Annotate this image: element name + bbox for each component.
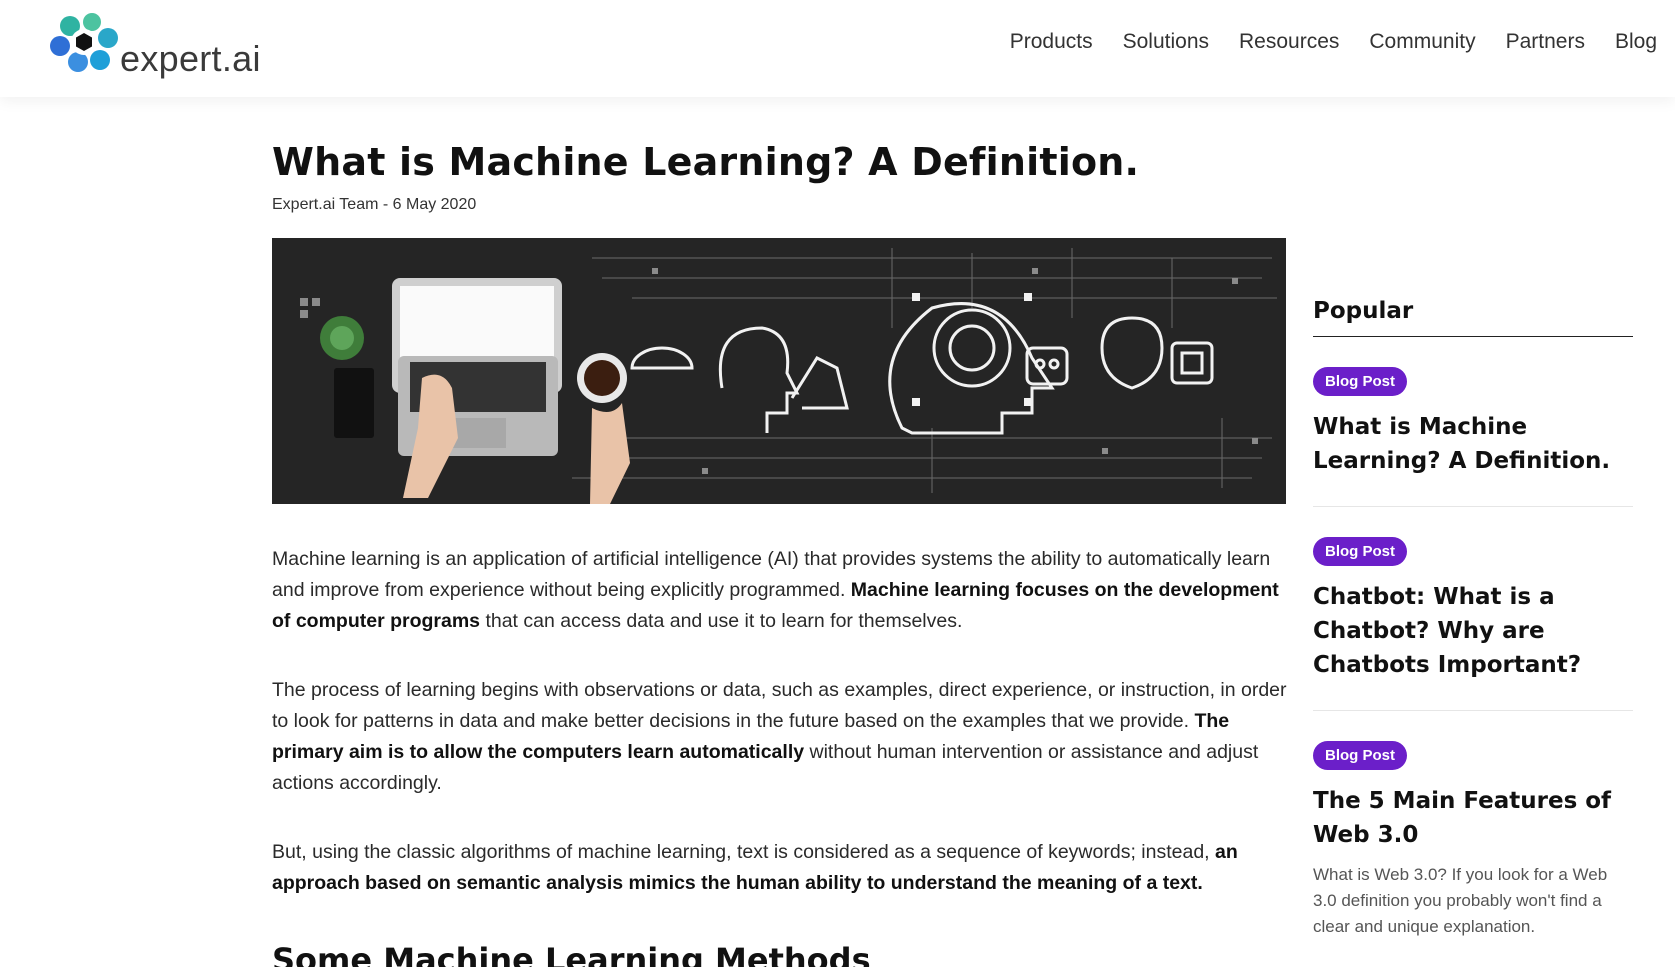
popular-card[interactable]: Blog Post What is Machine Learning? A De… [1313, 337, 1633, 507]
card-title[interactable]: The 5 Main Features of Web 3.0 [1313, 784, 1633, 852]
ai-banner-illustration [272, 238, 1286, 504]
nav-blog[interactable]: Blog [1615, 30, 1657, 54]
article-paragraph-1: Machine learning is an application of ar… [272, 544, 1287, 637]
article-paragraph-3: But, using the classic algorithms of mac… [272, 837, 1287, 899]
article-title: What is Machine Learning? A Definition. [272, 140, 1140, 184]
popular-sidebar: Popular Blog Post What is Machine Learni… [1313, 298, 1633, 967]
section-heading: Some Machine Learning Methods [272, 941, 871, 967]
paragraph-text: But, using the classic algorithms of mac… [272, 841, 1215, 863]
nav-solutions[interactable]: Solutions [1123, 30, 1209, 54]
nav-resources[interactable]: Resources [1239, 30, 1339, 54]
hero-image [272, 238, 1286, 504]
popular-card[interactable]: Blog Post The 5 Main Features of Web 3.0… [1313, 711, 1633, 967]
blog-post-badge: Blog Post [1313, 741, 1407, 770]
site-header: expert.ai Products Solutions Resources C… [0, 0, 1675, 97]
blog-post-badge: Blog Post [1313, 537, 1407, 566]
card-title[interactable]: Chatbot: What is a Chatbot? Why are Chat… [1313, 580, 1633, 682]
paragraph-text: The process of learning begins with obse… [272, 679, 1287, 732]
card-title[interactable]: What is Machine Learning? A Definition. [1313, 410, 1633, 478]
paragraph-text: that can access data and use it to learn… [480, 610, 963, 632]
article: What is Machine Learning? A Definition. … [272, 140, 1287, 967]
site-logo[interactable]: expert.ai [48, 10, 261, 80]
card-description: What is Web 3.0? If you look for a Web 3… [1313, 865, 1608, 936]
expert-ai-logo-icon [50, 13, 118, 72]
nav-partners[interactable]: Partners [1506, 30, 1585, 54]
logo-wordmark: expert.ai [120, 38, 261, 79]
sidebar-title: Popular [1313, 298, 1633, 337]
article-paragraph-2: The process of learning begins with obse… [272, 675, 1287, 799]
main-nav: Products Solutions Resources Community P… [1010, 30, 1657, 54]
popular-card[interactable]: Blog Post Chatbot: What is a Chatbot? Wh… [1313, 507, 1633, 711]
blog-post-badge: Blog Post [1313, 367, 1407, 396]
nav-products[interactable]: Products [1010, 30, 1093, 54]
nav-community[interactable]: Community [1369, 30, 1475, 54]
article-byline: Expert.ai Team - 6 May 2020 [272, 196, 477, 213]
